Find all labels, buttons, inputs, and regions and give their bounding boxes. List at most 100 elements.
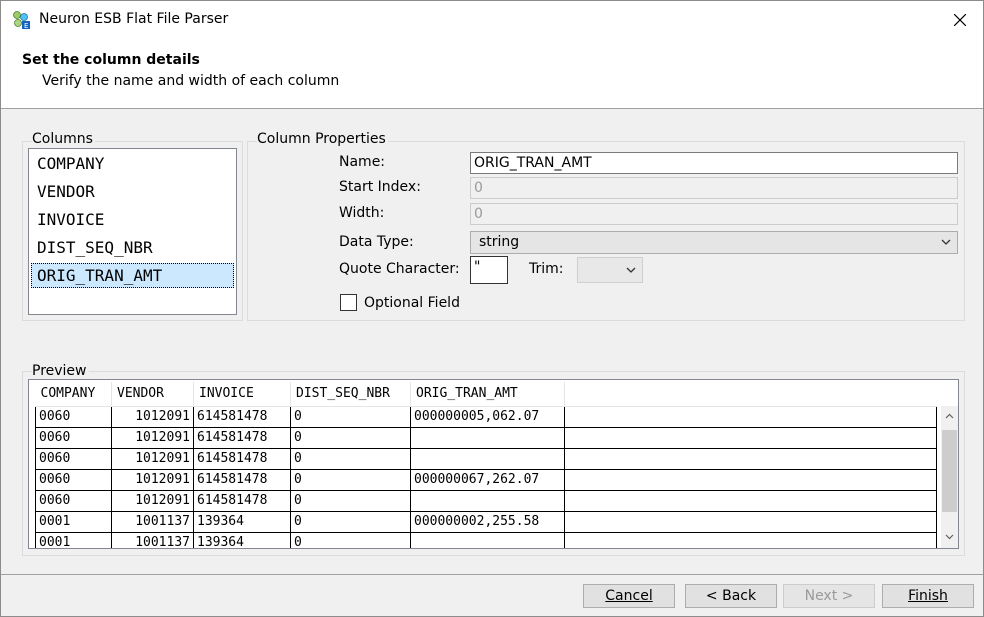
finish-button-label: Finish (908, 588, 948, 604)
data-type-label: Data Type: (339, 234, 414, 250)
cell-filler (564, 510, 937, 533)
list-item-vendor[interactable]: VENDOR (31, 179, 234, 204)
width-input[interactable]: 0 (470, 203, 958, 225)
cell: 0060 (35, 447, 112, 470)
cell: 1001137 (111, 510, 194, 533)
column-properties-label: Column Properties (257, 131, 388, 147)
footer-divider (1, 574, 983, 575)
cell: 0060 (35, 405, 112, 428)
table-row[interactable]: 0060 1012091 614581478 0 (35, 426, 937, 449)
wizard-header: Set the column details Verify the name a… (1, 39, 983, 109)
cell (410, 426, 565, 449)
title-bar: E Neuron ESB Flat File Parser (1, 1, 983, 39)
scroll-down-icon[interactable] (945, 534, 954, 540)
next-button[interactable]: Next > (783, 584, 875, 608)
cell-filler (564, 531, 937, 548)
chevron-down-icon (941, 239, 951, 245)
name-input[interactable]: ORIG_TRAN_AMT (470, 152, 958, 174)
table-row[interactable]: 0001 1001137 139364 0 000000002,255.58 (35, 510, 937, 533)
header-dist-seq-nbr[interactable]: DIST_SEQ_NBR (290, 382, 411, 407)
start-index-label: Start Index: (339, 179, 421, 195)
vertical-scrollbar[interactable] (941, 406, 958, 548)
cell: 0 (290, 405, 411, 428)
header-vendor[interactable]: VENDOR (111, 382, 194, 407)
columns-listbox[interactable]: COMPANY VENDOR INVOICE DIST_SEQ_NBR ORIG… (28, 148, 237, 315)
cell-filler (564, 468, 937, 491)
list-item-dist-seq-nbr[interactable]: DIST_SEQ_NBR (31, 235, 234, 260)
preview-grid[interactable]: COMPANY VENDOR INVOICE DIST_SEQ_NBR ORIG… (28, 379, 959, 549)
cancel-button[interactable]: Cancel (583, 584, 675, 608)
scroll-up-icon[interactable] (945, 413, 954, 419)
page-subtitle: Verify the name and width of each column (42, 73, 340, 89)
preview-table: COMPANY VENDOR INVOICE DIST_SEQ_NBR ORIG… (35, 382, 937, 548)
cancel-button-label: Cancel (605, 588, 653, 604)
cell-filler (564, 405, 937, 428)
header-row: COMPANY VENDOR INVOICE DIST_SEQ_NBR ORIG… (35, 382, 937, 407)
start-index-input[interactable]: 0 (470, 177, 958, 199)
svg-text:E: E (24, 22, 28, 30)
cell: 000000005,062.07 (410, 405, 565, 428)
cell: 0001 (35, 531, 112, 548)
cell: 1012091 (111, 405, 194, 428)
cell: 0 (290, 447, 411, 470)
cell: 0 (290, 531, 411, 548)
optional-field-label: Optional Field (364, 295, 460, 311)
cell: 139364 (193, 531, 291, 548)
cell: 139364 (193, 510, 291, 533)
chevron-down-icon (626, 267, 636, 273)
cell: 000000002,255.58 (410, 510, 565, 533)
table-row[interactable]: 0060 1012091 614581478 0 (35, 489, 937, 512)
header-filler (564, 382, 937, 407)
header-invoice[interactable]: INVOICE (193, 382, 291, 407)
cell (410, 447, 565, 470)
scrollbar-thumb[interactable] (942, 430, 957, 512)
quote-character-input[interactable]: " (470, 256, 508, 284)
quote-character-label: Quote Character: (339, 261, 460, 277)
cell: 0 (290, 426, 411, 449)
cell: 0001 (35, 510, 112, 533)
back-button[interactable]: < Back (685, 584, 777, 608)
cell: 0 (290, 468, 411, 491)
table-row[interactable]: 0060 1012091 614581478 0 000000005,062.0… (35, 405, 937, 428)
cell: 000000067,262.07 (410, 468, 565, 491)
cell-filler (564, 447, 937, 470)
page-title: Set the column details (22, 52, 200, 68)
width-label: Width: (339, 205, 385, 221)
cell: 1012091 (111, 489, 194, 512)
cell: 0060 (35, 468, 112, 491)
trim-label: Trim: (529, 261, 564, 277)
cell: 614581478 (193, 447, 291, 470)
header-orig-tran-amt[interactable]: ORIG_TRAN_AMT (410, 382, 565, 407)
trim-select[interactable] (577, 257, 643, 283)
table-row[interactable]: 0060 1012091 614581478 0 000000067,262.0… (35, 468, 937, 491)
cell: 614581478 (193, 405, 291, 428)
cell: 0060 (35, 489, 112, 512)
data-type-select[interactable]: string (470, 231, 958, 254)
table-row[interactable]: 0060 1012091 614581478 0 (35, 447, 937, 470)
cell: 1012091 (111, 468, 194, 491)
optional-field-checkbox[interactable] (340, 294, 357, 311)
columns-group-label: Columns (32, 131, 95, 147)
list-item-company[interactable]: COMPANY (31, 151, 234, 176)
next-button-label: Next > (804, 588, 854, 604)
window-title: Neuron ESB Flat File Parser (39, 11, 229, 27)
cell (410, 531, 565, 548)
dialog-window: E Neuron ESB Flat File Parser Set the co… (0, 0, 984, 617)
cell: 1012091 (111, 447, 194, 470)
cell-filler (564, 426, 937, 449)
finish-button[interactable]: Finish (882, 584, 974, 608)
list-item-invoice[interactable]: INVOICE (31, 207, 234, 232)
table-row[interactable]: 0001 1001137 139364 0 (35, 531, 937, 548)
close-button[interactable] (937, 1, 983, 39)
header-company[interactable]: COMPANY (35, 382, 112, 407)
name-label: Name: (339, 154, 386, 170)
cell: 0 (290, 489, 411, 512)
list-item-orig-tran-amt[interactable]: ORIG_TRAN_AMT (31, 263, 234, 288)
cell: 614581478 (193, 468, 291, 491)
cell (410, 489, 565, 512)
neuron-app-icon: E (13, 11, 30, 30)
cell: 0 (290, 510, 411, 533)
cell: 614581478 (193, 426, 291, 449)
cell: 614581478 (193, 489, 291, 512)
cell: 0060 (35, 426, 112, 449)
